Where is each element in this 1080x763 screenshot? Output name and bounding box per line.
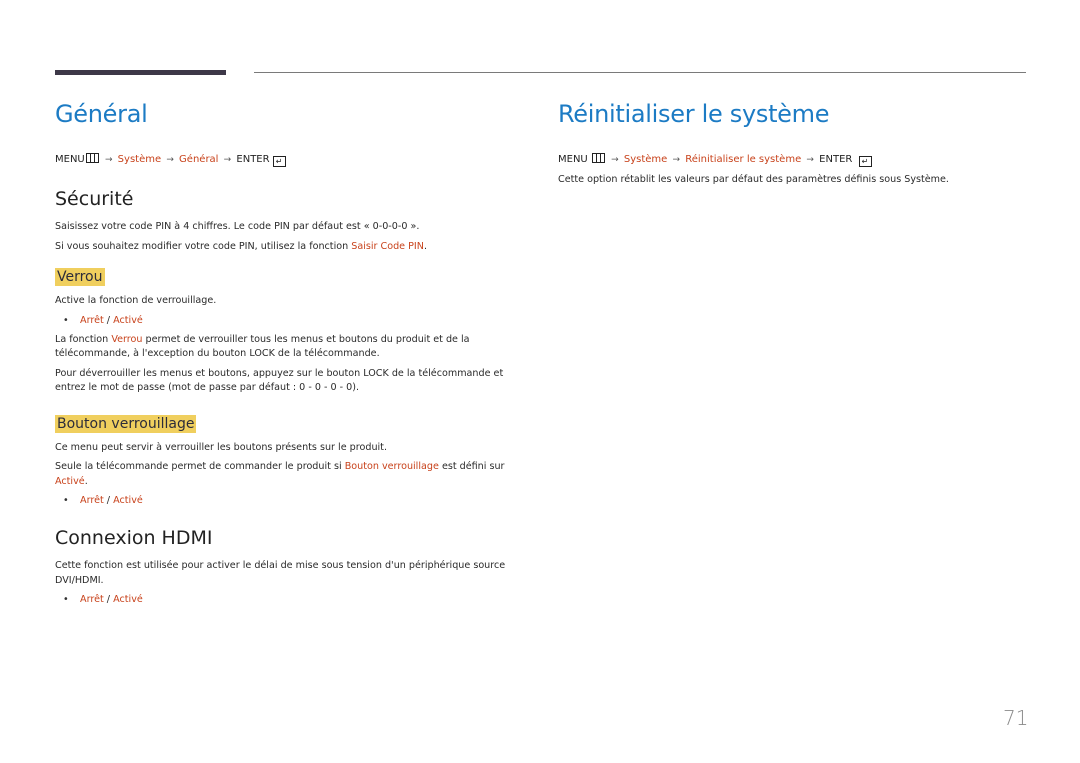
- page-number: 71: [1003, 706, 1029, 730]
- left-column: Général MENU → Système → Général → ENTER…: [55, 96, 525, 607]
- verrou-description: Active la fonction de verrouillage.: [55, 295, 217, 306]
- header-accent-bar: [55, 70, 226, 75]
- lock-button-label: LOCK: [249, 348, 275, 359]
- option-separator: /: [103, 314, 114, 326]
- verrou-function-text: La fonction Verrou permet de verrouiller…: [55, 333, 525, 362]
- bouton-verrouillage-link: Bouton verrouillage: [344, 461, 439, 472]
- enter-icon: ↵: [858, 156, 872, 167]
- bouton-verrouillage-condition: Seule la télécommande permet de commande…: [55, 460, 525, 489]
- bullet-icon: •: [63, 594, 69, 605]
- arrow-icon: →: [104, 155, 113, 165]
- page-title-reinitialiser: Réinitialiser le système: [558, 100, 830, 128]
- subsection-title-bouton-verrouillage: Bouton verrouillage: [55, 414, 197, 433]
- option-arret: Arrêt: [80, 495, 104, 506]
- option-arret: Arrêt: [80, 314, 104, 326]
- saisir-code-pin-link: Saisir Code PIN: [351, 240, 424, 252]
- text-fragment: .: [84, 475, 88, 487]
- arrow-icon: →: [223, 155, 232, 165]
- menu-grid-icon: [85, 153, 99, 163]
- text-fragment: est défini sur: [438, 461, 505, 472]
- active-link: Activé: [55, 475, 85, 487]
- bouton-verrouillage-description: Ce menu peut servir à verrouiller les bo…: [55, 441, 387, 453]
- reinitialiser-description: Cette option rétablit les valeurs par dé…: [558, 174, 949, 185]
- menu-path-general: MENU → Système → Général → ENTER ↵: [55, 153, 525, 167]
- option-arret: Arrêt: [80, 594, 104, 605]
- text-fragment: Si vous souhaitez modifier votre code PI…: [55, 240, 352, 252]
- arrow-icon: →: [672, 155, 681, 165]
- menu-path-reinitialiser: Réinitialiser le système: [685, 154, 802, 165]
- subsection-title-verrou: Verrou: [55, 268, 105, 286]
- securite-pin-text: Saisissez votre code PIN à 4 chiffres. L…: [55, 221, 420, 232]
- text-fragment: Pour déverrouiller les menus et boutons,…: [55, 367, 364, 379]
- enter-label: ENTER: [236, 154, 270, 165]
- option-active: Activé: [113, 314, 143, 326]
- option-separator: /: [103, 495, 114, 506]
- text-fragment: La fonction: [55, 333, 112, 345]
- section-title-securite: Sécurité: [55, 188, 134, 210]
- menu-path-reinitialiser: MENU → Système → Réinitialiser le systèm…: [558, 153, 1028, 167]
- section-title-connexion-hdmi: Connexion HDMI: [55, 527, 213, 549]
- menu-label: MENU: [558, 154, 588, 165]
- securite-modify-text: Si vous souhaitez modifier votre code PI…: [55, 240, 525, 255]
- text-fragment: .: [423, 240, 427, 252]
- enter-label: ENTER: [819, 154, 853, 165]
- menu-path-general: Général: [179, 154, 219, 165]
- option-separator: /: [103, 594, 114, 605]
- option-active: Activé: [113, 495, 143, 506]
- page-title-general: Général: [55, 100, 148, 128]
- verrou-link: Verrou: [111, 333, 143, 345]
- bouton-verrouillage-options: • Arrêt / Activé: [55, 494, 525, 508]
- lock-button-label: LOCK: [363, 367, 389, 379]
- arrow-icon: →: [166, 155, 174, 165]
- connexion-hdmi-options: • Arrêt / Activé: [55, 593, 525, 607]
- menu-grid-icon: [591, 153, 605, 163]
- verrou-unlock-text: Pour déverrouiller les menus et boutons,…: [55, 367, 525, 396]
- verrou-options: • Arrêt / Activé: [55, 314, 525, 328]
- arrow-icon: →: [611, 155, 619, 165]
- right-column: Réinitialiser le système MENU → Système …: [558, 96, 1028, 188]
- bullet-icon: •: [63, 495, 69, 506]
- menu-label: MENU: [55, 154, 85, 165]
- arrow-icon: →: [806, 155, 814, 165]
- menu-path-systeme: Système: [117, 154, 162, 165]
- text-fragment: Seule la télécommande permet de commande…: [55, 461, 345, 472]
- text-fragment: de la télécommande.: [274, 348, 380, 359]
- enter-icon: ↵: [272, 156, 286, 167]
- menu-path-systeme: Système: [623, 154, 668, 165]
- connexion-hdmi-description: Cette fonction est utilisée pour activer…: [55, 560, 506, 586]
- header-rule: [254, 72, 1026, 73]
- bullet-icon: •: [63, 314, 69, 326]
- option-active: Activé: [113, 594, 143, 605]
